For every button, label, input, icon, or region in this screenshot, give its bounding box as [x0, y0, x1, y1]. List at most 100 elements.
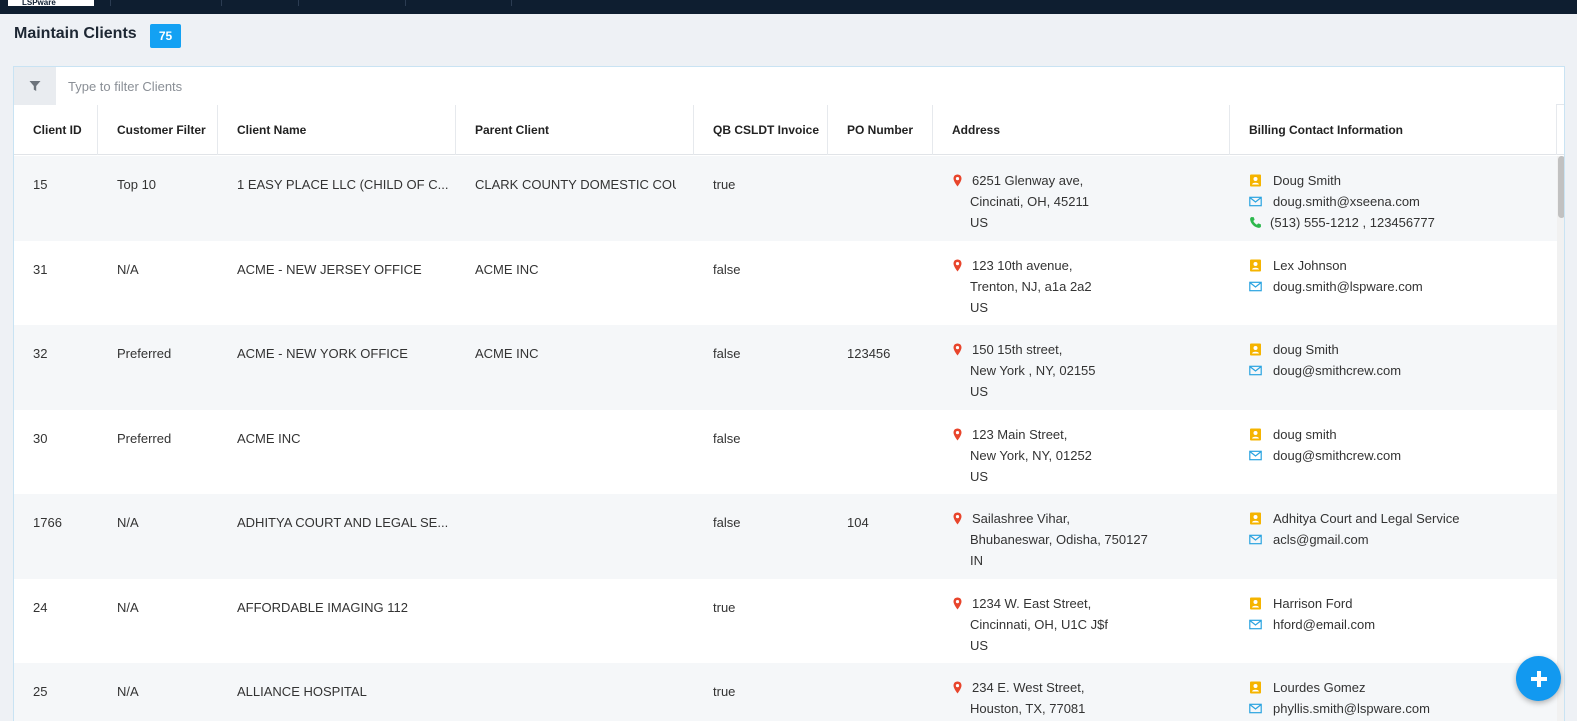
column-header-customer-filter[interactable]: Customer Filter [98, 105, 218, 155]
map-marker-icon [953, 343, 962, 356]
cell-parent-client: CLARK COUNTY DOMESTIC COURT [475, 177, 676, 192]
cell-address: 6251 Glenway ave, Cincinati, OH, 45211 US [951, 156, 1230, 240]
cell-qb-invoice: true [713, 599, 736, 615]
cell-billing-contact: Doug Smith doug.smith@xseena.com (513) 555… [1249, 156, 1557, 240]
cell-client-name[interactable]: ACME - NEW YORK OFFICE [218, 325, 448, 409]
column-header-client-name[interactable]: Client Name [218, 105, 456, 155]
cell-customer-filter: N/A [117, 599, 139, 615]
address-line: US [970, 637, 989, 653]
table-row[interactable]: 24 N/A AFFORDABLE IMAGING 112 true 1234 W. E… [14, 579, 1557, 664]
app-logo[interactable]: LSPware [8, 0, 94, 6]
cell-address: 234 E. West Street, Houston, TX, 77081 [951, 663, 1230, 721]
cell-parent-client: ACME INC [475, 346, 539, 361]
filter-button[interactable] [14, 67, 56, 105]
contact-name: Doug Smith [1273, 173, 1341, 188]
cell-billing-contact: Adhitya Court and Legal Service acls@gmai… [1249, 494, 1557, 578]
address-line: US [970, 215, 989, 230]
contact-card-icon [1250, 597, 1261, 609]
cell-po-number: 123456 [847, 346, 891, 361]
map-marker-icon [953, 597, 962, 609]
envelope-icon [1249, 534, 1262, 545]
cell-client-name[interactable]: AFFORDABLE IMAGING 112 [218, 579, 448, 663]
cell-parent-client [456, 494, 676, 578]
phone-icon [1250, 217, 1261, 228]
cell-billing-contact: Lourdes Gomez phyllis.smith@lspware.com [1249, 663, 1557, 721]
add-client-button[interactable] [1516, 656, 1561, 701]
cell-qb-invoice: false [713, 346, 741, 361]
cell-qb-invoice: false [713, 261, 741, 277]
cell-address: 1234 W. East Street, Cincinnati, OH, U1C … [951, 579, 1230, 663]
cell-client-name[interactable]: ADHITYA COURT AND LEGAL SE... [218, 494, 448, 578]
table-row[interactable]: 15 Top 10 1 EASY PLACE LLC (CHILD OF C... C… [14, 156, 1557, 241]
table-row[interactable]: 30 Preferred ACME INC false 123 Main Street,… [14, 410, 1557, 495]
contact-email[interactable]: acls@gmail.com [1273, 529, 1369, 550]
address-line: Houston, TX, 77081 [970, 701, 1086, 716]
cell-address: 123 10th avenue, Trenton, NJ, a1a 2a2 US [951, 241, 1230, 325]
client-count-badge: 75 [150, 24, 181, 48]
cell-client-name[interactable]: ALLIANCE HOSPITAL [218, 663, 448, 721]
address-line: 150 15th street, [972, 342, 1063, 357]
contact-card-icon [1250, 343, 1261, 356]
table-row[interactable]: 1766 N/A ADHITYA COURT AND LEGAL SE... fals… [14, 494, 1557, 579]
column-header-address[interactable]: Address [933, 105, 1230, 155]
contact-name: Lex Johnson [1273, 257, 1347, 273]
table-header: Client ID Customer Filter Client Name Pa… [14, 105, 1564, 155]
filter-bar [14, 67, 1564, 105]
address-line: 123 10th avenue, [972, 257, 1073, 273]
cell-billing-contact: Harrison Ford hford@email.com [1249, 579, 1557, 663]
map-marker-icon [953, 428, 962, 440]
table-row[interactable]: 25 N/A ALLIANCE HOSPITAL true 234 E. West St… [14, 663, 1557, 721]
address-line: 6251 Glenway ave, [972, 173, 1084, 188]
table-row[interactable]: 31 N/A ACME - NEW JERSEY OFFICE ACME INC fal… [14, 241, 1557, 326]
contact-card-icon [1250, 428, 1261, 440]
column-header-billing-contact[interactable]: Billing Contact Information [1230, 105, 1557, 155]
cell-client-name[interactable]: ACME - NEW JERSEY OFFICE [218, 241, 448, 325]
cell-address: 123 Main Street, New York, NY, 01252 US [951, 410, 1230, 494]
column-header-parent-client[interactable]: Parent Client [456, 105, 694, 155]
contact-email[interactable]: doug.smith@xseena.com [1273, 191, 1420, 212]
plus-icon [1530, 670, 1547, 687]
column-header-client-id[interactable]: Client ID [14, 105, 98, 155]
cell-address: 150 15th street, New York , NY, 02155 US [951, 325, 1230, 409]
vertical-scrollbar[interactable] [1557, 156, 1564, 721]
cell-client-name[interactable]: ACME INC [218, 410, 448, 494]
address-line: Sailashree Vihar, [972, 511, 1071, 526]
top-nav-item-3[interactable] [298, 0, 404, 6]
contact-email[interactable]: phyllis.smith@lspware.com [1273, 698, 1430, 719]
contact-email[interactable]: doug.smith@lspware.com [1273, 276, 1423, 297]
clients-grid: Client ID Customer Filter Client Name Pa… [13, 66, 1565, 721]
address-line: IN [970, 553, 983, 568]
top-nav-item-2[interactable] [221, 0, 297, 6]
cell-client-id: 32 [33, 346, 48, 361]
page-title: Maintain Clients [14, 25, 137, 42]
contact-name: Harrison Ford [1273, 595, 1353, 611]
table-row[interactable]: 32 Preferred ACME - NEW YORK OFFICE ACME IN… [14, 325, 1557, 410]
cell-qb-invoice: false [713, 515, 741, 530]
cell-parent-client [456, 663, 676, 721]
contact-email[interactable]: hford@email.com [1273, 614, 1375, 635]
envelope-icon [1249, 450, 1262, 460]
cell-billing-contact: doug Smith doug@smithcrew.com [1249, 325, 1557, 409]
top-nav-item-4[interactable] [405, 0, 511, 6]
map-marker-icon [953, 681, 962, 694]
contact-email[interactable]: doug@smithcrew.com [1273, 360, 1401, 381]
cell-address: Sailashree Vihar, Bhubaneswar, Odisha, 75… [951, 494, 1230, 578]
cell-po-number: 104 [847, 515, 869, 530]
cell-customer-filter: N/A [117, 515, 139, 530]
top-nav-item-1[interactable] [110, 0, 220, 6]
envelope-icon [1249, 196, 1262, 207]
filter-input[interactable] [56, 67, 1556, 105]
contact-email[interactable]: doug@smithcrew.com [1273, 445, 1401, 466]
cell-customer-filter: Preferred [117, 346, 172, 361]
contact-name: Lourdes Gomez [1273, 680, 1366, 695]
scrollbar-thumb[interactable] [1558, 156, 1564, 218]
cell-client-id: 31 [33, 261, 48, 277]
cell-po-number [828, 663, 933, 721]
cell-client-name[interactable]: 1 EASY PLACE LLC (CHILD OF C... [218, 156, 448, 240]
cell-po-number [828, 156, 933, 240]
address-line: US [970, 468, 989, 484]
top-nav-bar: LSPware [0, 0, 1577, 14]
column-header-qb-csldt-invoice[interactable]: QB CSLDT Invoice [694, 105, 828, 155]
column-header-po-number[interactable]: PO Number [828, 105, 933, 155]
envelope-icon [1249, 703, 1262, 714]
